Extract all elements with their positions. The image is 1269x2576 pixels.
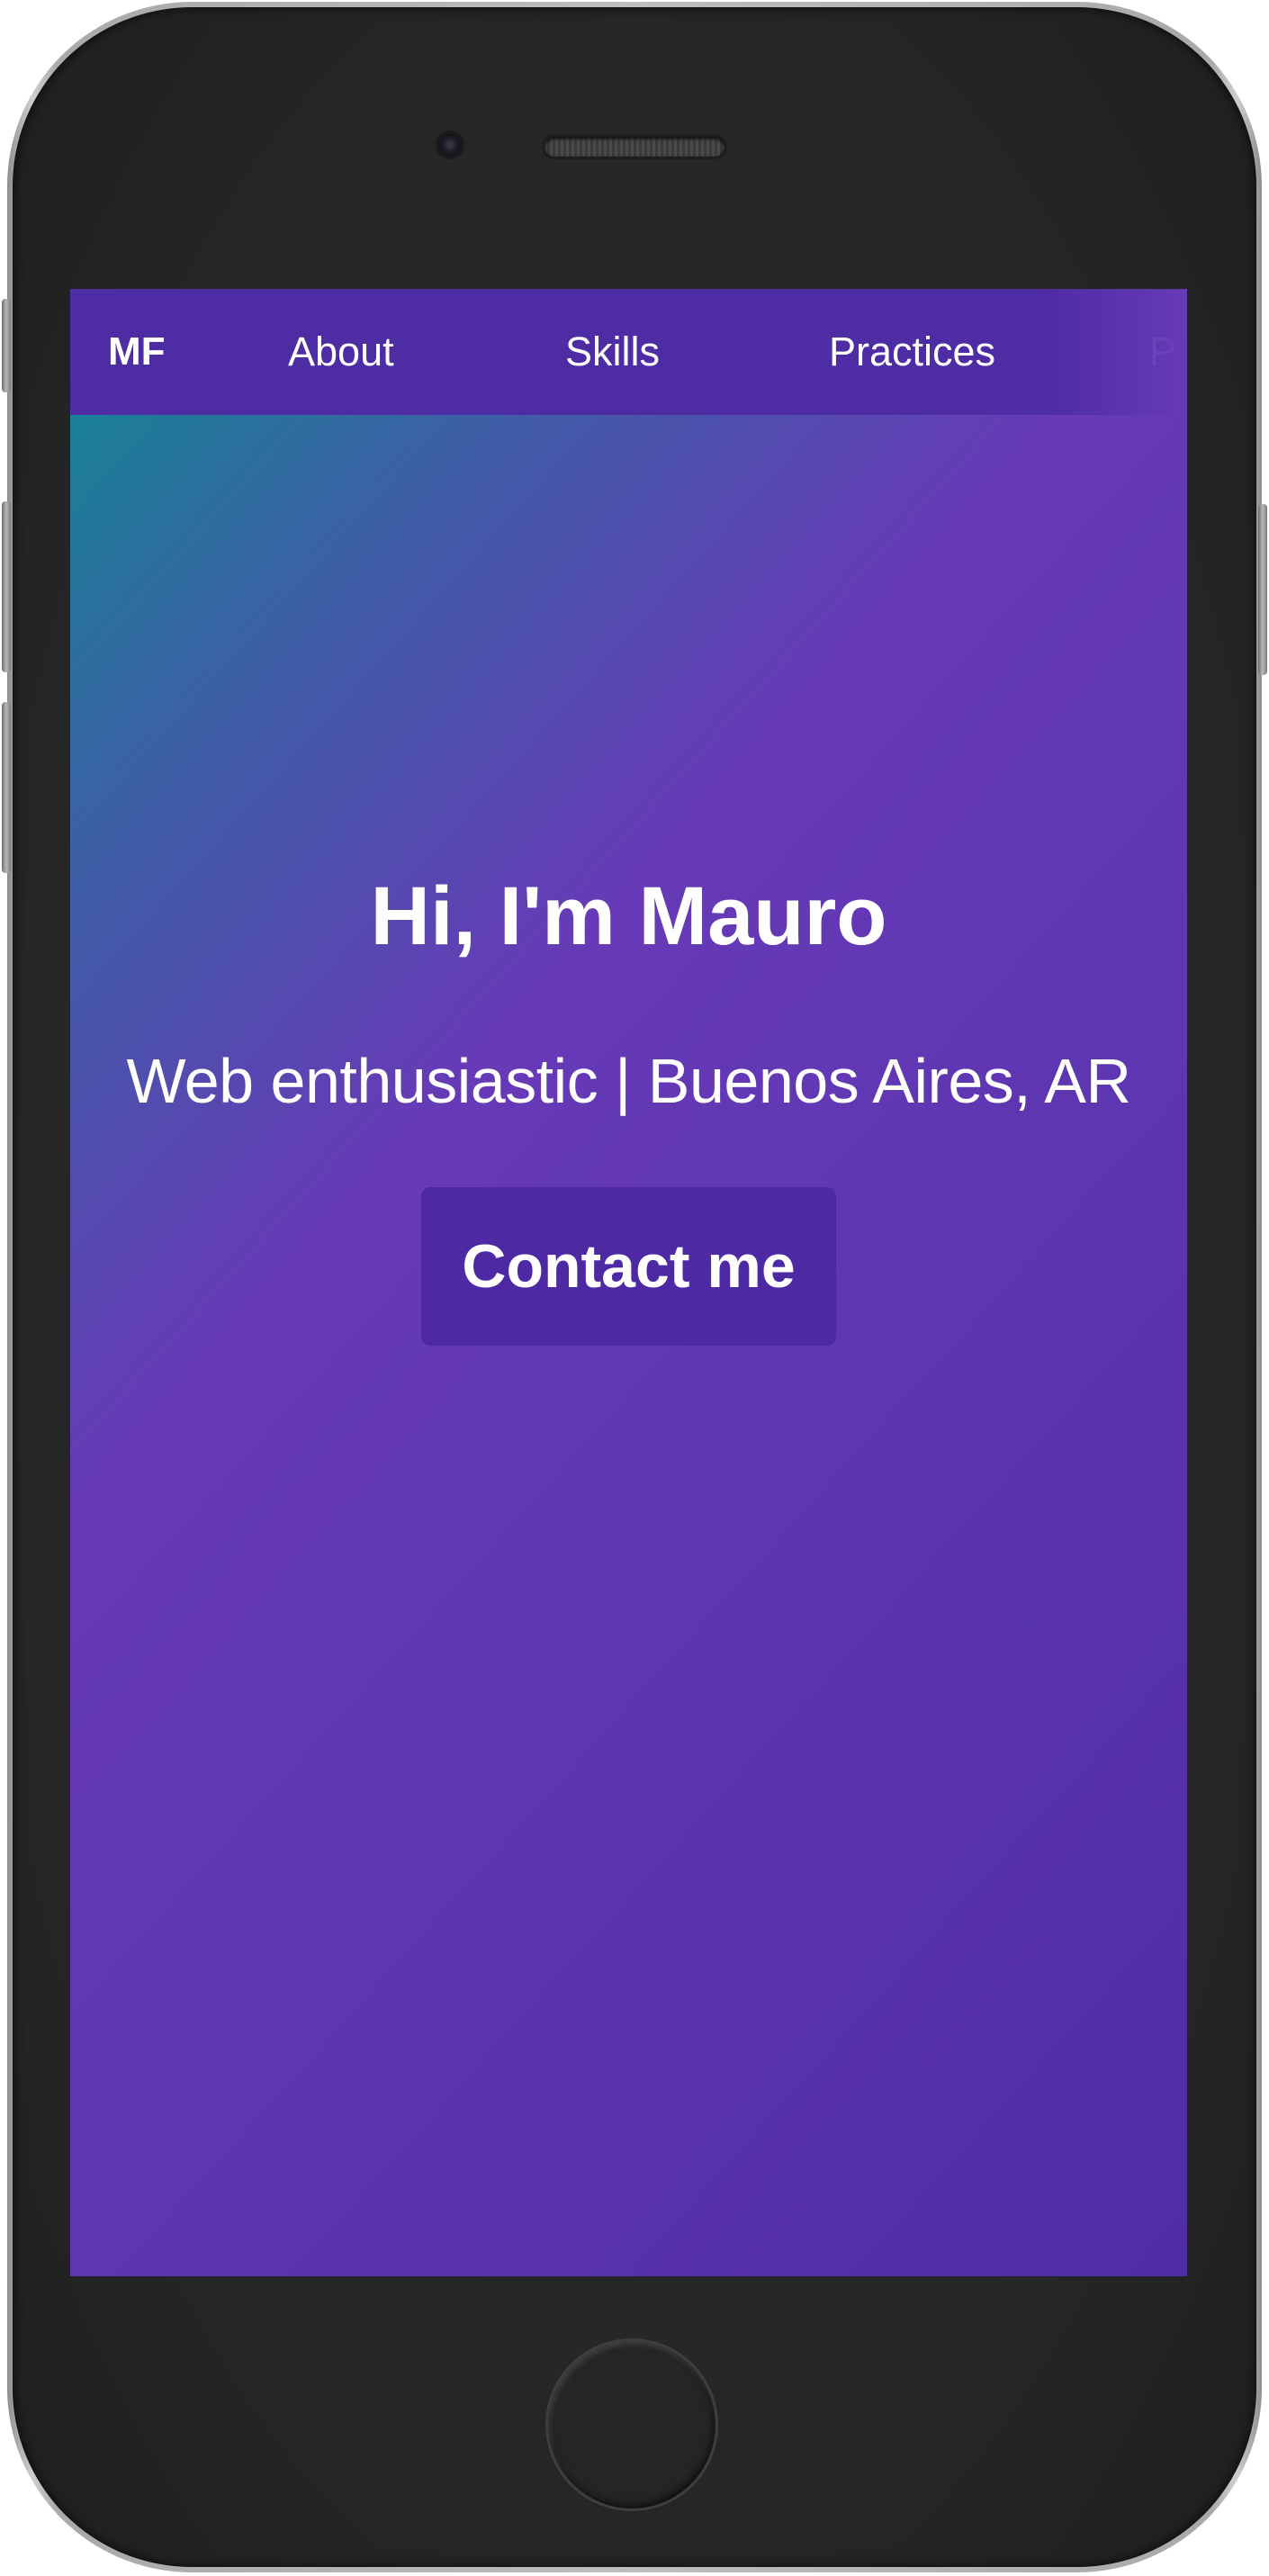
home-button-icon[interactable] — [545, 2338, 718, 2511]
front-camera-icon — [438, 133, 462, 157]
volume-up-button — [2, 501, 11, 672]
nav-item-about[interactable]: About — [288, 289, 394, 415]
nav-item-skills[interactable]: Skills — [565, 289, 660, 415]
contact-button[interactable]: Contact me — [421, 1187, 836, 1346]
navbar: MF About Skills Practices P — [70, 289, 1187, 415]
nav-item-practices[interactable]: Practices — [829, 289, 995, 415]
brand-logo[interactable]: MF — [108, 289, 166, 415]
earpiece-speaker-icon — [544, 137, 724, 157]
screen: MF About Skills Practices P Hi, I'm Maur… — [70, 289, 1187, 2276]
power-button — [1258, 504, 1267, 675]
volume-down-button — [2, 702, 11, 873]
hero-subtitle: Web enthusiastic | Buenos Aires, AR — [126, 1046, 1131, 1116]
mute-switch — [2, 299, 11, 392]
nav-scroll-fade — [1043, 289, 1187, 415]
hero-title: Hi, I'm Mauro — [370, 870, 887, 962]
